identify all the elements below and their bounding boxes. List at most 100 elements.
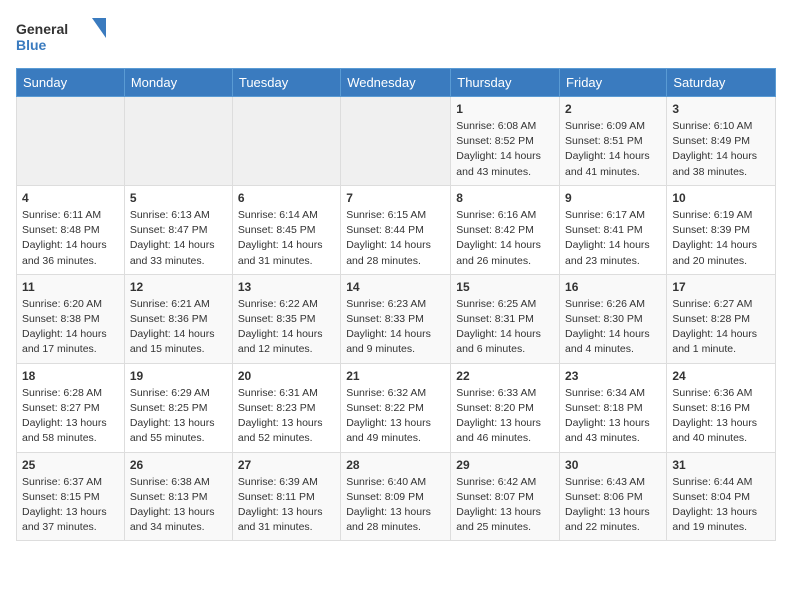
calendar-cell: 22 Sunrise: 6:33 AMSunset: 8:20 PMDayligh…: [451, 363, 560, 452]
day-number: 17: [672, 280, 770, 294]
day-number: 18: [22, 369, 119, 383]
day-number: 15: [456, 280, 554, 294]
day-number: 31: [672, 458, 770, 472]
calendar-cell: 9 Sunrise: 6:17 AMSunset: 8:41 PMDaylight…: [560, 185, 667, 274]
cell-content: Sunrise: 6:32 AMSunset: 8:22 PMDaylight:…: [346, 386, 445, 447]
calendar-table: SundayMondayTuesdayWednesdayThursdayFrid…: [16, 68, 776, 541]
calendar-cell: [341, 97, 451, 186]
calendar-cell: 11 Sunrise: 6:20 AMSunset: 8:38 PMDayligh…: [17, 274, 125, 363]
logo: General Blue: [16, 16, 106, 56]
day-number: 6: [238, 191, 335, 205]
calendar-cell: 17Sunrise: 6:27 AMSunset: 8:28 PMDayligh…: [667, 274, 776, 363]
calendar-week-5: 25 Sunrise: 6:37 AMSunset: 8:15 PMDayligh…: [17, 452, 776, 541]
cell-content: Sunrise: 6:33 AMSunset: 8:20 PMDaylight:…: [456, 386, 554, 447]
cell-content: Sunrise: 6:42 AMSunset: 8:07 PMDaylight:…: [456, 475, 554, 536]
day-number: 16: [565, 280, 661, 294]
calendar-cell: 12Sunrise: 6:21 AMSunset: 8:36 PMDayligh…: [124, 274, 232, 363]
calendar-cell: 31 Sunrise: 6:44 AMSunset: 8:04 PMDayligh…: [667, 452, 776, 541]
calendar-cell: 20 Sunrise: 6:31 AMSunset: 8:23 PMDayligh…: [232, 363, 340, 452]
calendar-cell: 10 Sunrise: 6:19 AMSunset: 8:39 PMDayligh…: [667, 185, 776, 274]
cell-content: Sunrise: 6:25 AMSunset: 8:31 PMDaylight:…: [456, 297, 554, 358]
cell-content: Sunrise: 6:44 AMSunset: 8:04 PMDaylight:…: [672, 475, 770, 536]
calendar-cell: 25 Sunrise: 6:37 AMSunset: 8:15 PMDayligh…: [17, 452, 125, 541]
calendar-cell: 16Sunrise: 6:26 AMSunset: 8:30 PMDayligh…: [560, 274, 667, 363]
cell-content: Sunrise: 6:13 AMSunset: 8:47 PMDaylight:…: [130, 208, 227, 269]
cell-content: Sunrise: 6:31 AMSunset: 8:23 PMDaylight:…: [238, 386, 335, 447]
day-number: 11: [22, 280, 119, 294]
page-header: General Blue: [16, 16, 776, 56]
cell-content: Sunrise: 6:15 AMSunset: 8:44 PMDaylight:…: [346, 208, 445, 269]
day-number: 26: [130, 458, 227, 472]
day-number: 4: [22, 191, 119, 205]
day-header-thursday: Thursday: [451, 69, 560, 97]
day-number: 27: [238, 458, 335, 472]
calendar-cell: 24 Sunrise: 6:36 AMSunset: 8:16 PMDayligh…: [667, 363, 776, 452]
day-header-tuesday: Tuesday: [232, 69, 340, 97]
cell-content: Sunrise: 6:20 AMSunset: 8:38 PMDaylight:…: [22, 297, 119, 358]
day-number: 21: [346, 369, 445, 383]
day-number: 30: [565, 458, 661, 472]
calendar-week-2: 4 Sunrise: 6:11 AMSunset: 8:48 PMDaylight…: [17, 185, 776, 274]
calendar-cell: [232, 97, 340, 186]
calendar-week-4: 18 Sunrise: 6:28 AMSunset: 8:27 PMDayligh…: [17, 363, 776, 452]
day-number: 12: [130, 280, 227, 294]
calendar-cell: [124, 97, 232, 186]
cell-content: Sunrise: 6:09 AMSunset: 8:51 PMDaylight:…: [565, 119, 661, 180]
day-number: 25: [22, 458, 119, 472]
svg-text:General: General: [16, 21, 68, 37]
cell-content: Sunrise: 6:40 AMSunset: 8:09 PMDaylight:…: [346, 475, 445, 536]
calendar-cell: 30 Sunrise: 6:43 AMSunset: 8:06 PMDayligh…: [560, 452, 667, 541]
cell-content: Sunrise: 6:16 AMSunset: 8:42 PMDaylight:…: [456, 208, 554, 269]
day-header-wednesday: Wednesday: [341, 69, 451, 97]
cell-content: Sunrise: 6:37 AMSunset: 8:15 PMDaylight:…: [22, 475, 119, 536]
cell-content: Sunrise: 6:29 AMSunset: 8:25 PMDaylight:…: [130, 386, 227, 447]
day-number: 13: [238, 280, 335, 294]
day-number: 20: [238, 369, 335, 383]
calendar-cell: 28 Sunrise: 6:40 AMSunset: 8:09 PMDayligh…: [341, 452, 451, 541]
calendar-week-3: 11 Sunrise: 6:20 AMSunset: 8:38 PMDayligh…: [17, 274, 776, 363]
day-number: 1: [456, 102, 554, 116]
cell-content: Sunrise: 6:11 AMSunset: 8:48 PMDaylight:…: [22, 208, 119, 269]
calendar-cell: 23 Sunrise: 6:34 AMSunset: 8:18 PMDayligh…: [560, 363, 667, 452]
calendar-cell: 15 Sunrise: 6:25 AMSunset: 8:31 PMDayligh…: [451, 274, 560, 363]
calendar-cell: 18 Sunrise: 6:28 AMSunset: 8:27 PMDayligh…: [17, 363, 125, 452]
day-number: 22: [456, 369, 554, 383]
day-number: 5: [130, 191, 227, 205]
calendar-cell: 8Sunrise: 6:16 AMSunset: 8:42 PMDaylight…: [451, 185, 560, 274]
day-number: 2: [565, 102, 661, 116]
calendar-cell: 21 Sunrise: 6:32 AMSunset: 8:22 PMDayligh…: [341, 363, 451, 452]
day-header-friday: Friday: [560, 69, 667, 97]
day-number: 7: [346, 191, 445, 205]
day-number: 24: [672, 369, 770, 383]
cell-content: Sunrise: 6:22 AMSunset: 8:35 PMDaylight:…: [238, 297, 335, 358]
calendar-cell: 27 Sunrise: 6:39 AMSunset: 8:11 PMDayligh…: [232, 452, 340, 541]
calendar-cell: 13 Sunrise: 6:22 AMSunset: 8:35 PMDayligh…: [232, 274, 340, 363]
day-header-sunday: Sunday: [17, 69, 125, 97]
cell-content: Sunrise: 6:28 AMSunset: 8:27 PMDaylight:…: [22, 386, 119, 447]
cell-content: Sunrise: 6:23 AMSunset: 8:33 PMDaylight:…: [346, 297, 445, 358]
day-number: 23: [565, 369, 661, 383]
calendar-cell: 3Sunrise: 6:10 AMSunset: 8:49 PMDaylight…: [667, 97, 776, 186]
cell-content: Sunrise: 6:43 AMSunset: 8:06 PMDaylight:…: [565, 475, 661, 536]
day-header-monday: Monday: [124, 69, 232, 97]
cell-content: Sunrise: 6:17 AMSunset: 8:41 PMDaylight:…: [565, 208, 661, 269]
calendar-cell: 5 Sunrise: 6:13 AMSunset: 8:47 PMDaylight…: [124, 185, 232, 274]
calendar-cell: 2 Sunrise: 6:09 AMSunset: 8:51 PMDaylight…: [560, 97, 667, 186]
calendar-cell: [17, 97, 125, 186]
day-number: 29: [456, 458, 554, 472]
calendar-cell: 6 Sunrise: 6:14 AMSunset: 8:45 PMDaylight…: [232, 185, 340, 274]
day-number: 10: [672, 191, 770, 205]
calendar-cell: 7 Sunrise: 6:15 AMSunset: 8:44 PMDaylight…: [341, 185, 451, 274]
cell-content: Sunrise: 6:08 AMSunset: 8:52 PMDaylight:…: [456, 119, 554, 180]
day-header-saturday: Saturday: [667, 69, 776, 97]
cell-content: Sunrise: 6:34 AMSunset: 8:18 PMDaylight:…: [565, 386, 661, 447]
cell-content: Sunrise: 6:39 AMSunset: 8:11 PMDaylight:…: [238, 475, 335, 536]
day-number: 9: [565, 191, 661, 205]
cell-content: Sunrise: 6:19 AMSunset: 8:39 PMDaylight:…: [672, 208, 770, 269]
day-number: 28: [346, 458, 445, 472]
cell-content: Sunrise: 6:38 AMSunset: 8:13 PMDaylight:…: [130, 475, 227, 536]
calendar-cell: 4 Sunrise: 6:11 AMSunset: 8:48 PMDaylight…: [17, 185, 125, 274]
cell-content: Sunrise: 6:14 AMSunset: 8:45 PMDaylight:…: [238, 208, 335, 269]
cell-content: Sunrise: 6:36 AMSunset: 8:16 PMDaylight:…: [672, 386, 770, 447]
calendar-cell: 14Sunrise: 6:23 AMSunset: 8:33 PMDayligh…: [341, 274, 451, 363]
